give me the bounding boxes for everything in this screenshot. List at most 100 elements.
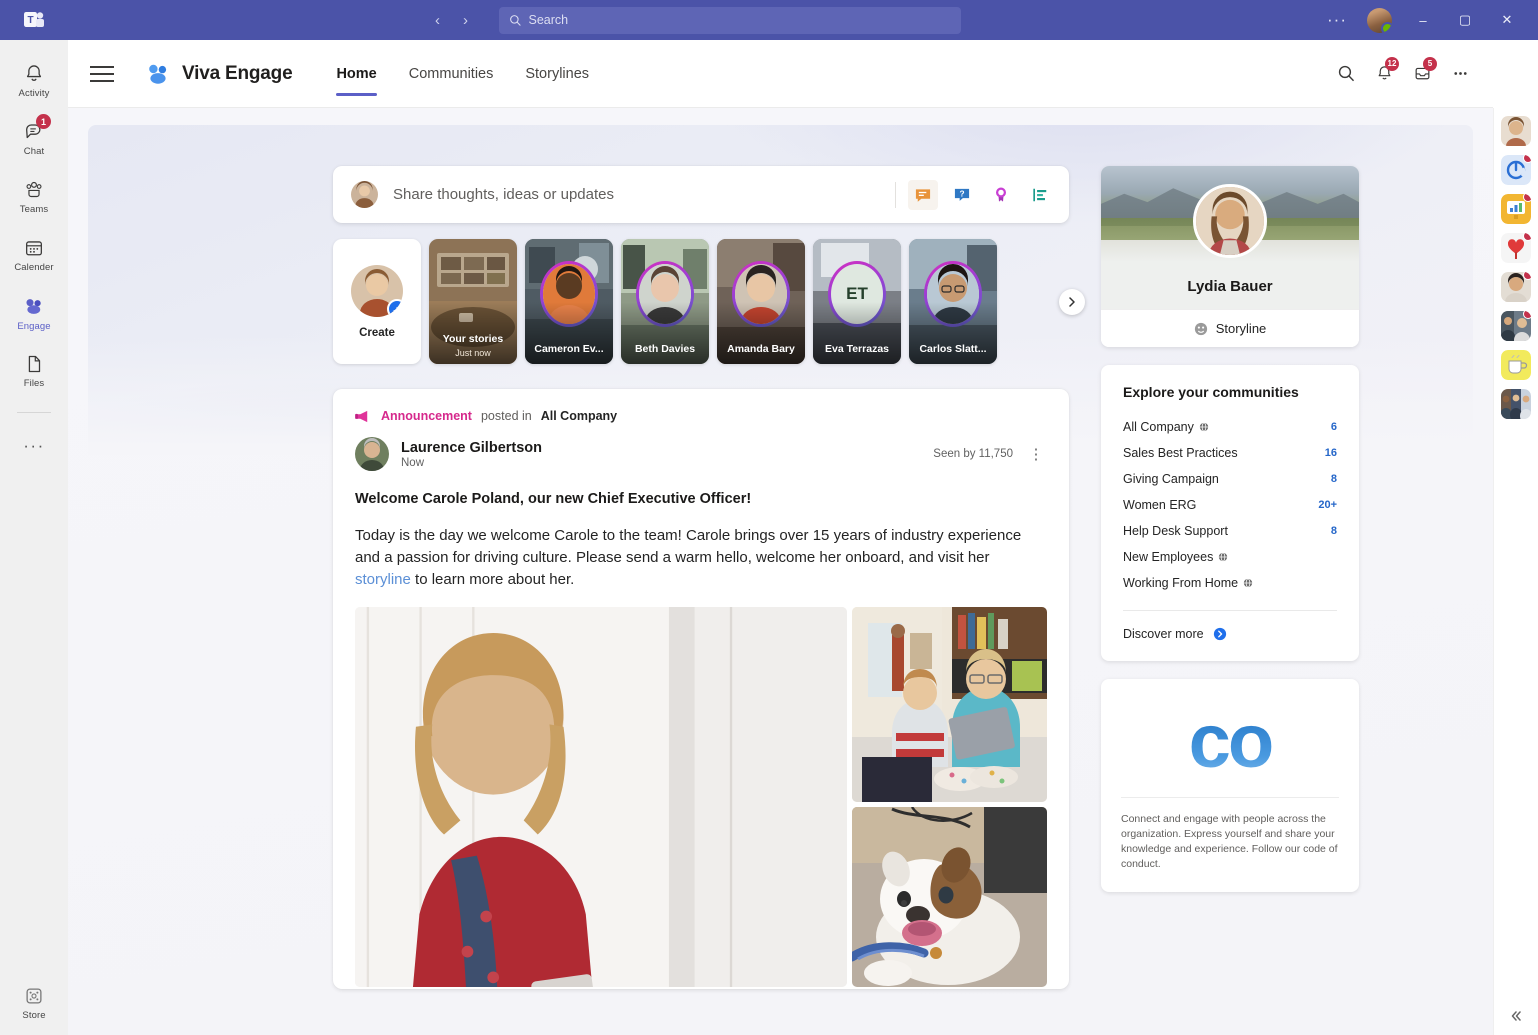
- post-seen-count: Seen by 11,750: [933, 448, 1013, 460]
- story-beth[interactable]: Beth Davies: [621, 239, 709, 364]
- community-item-working-from-home[interactable]: Working From Home: [1123, 570, 1337, 596]
- community-item-all-company[interactable]: All Company 6: [1123, 414, 1337, 440]
- badge-dot: [1523, 155, 1531, 163]
- profile-storyline-link[interactable]: Storyline: [1101, 309, 1359, 347]
- sidebar-item-activity[interactable]: Activity: [5, 54, 63, 108]
- avatar[interactable]: [1367, 7, 1392, 33]
- tab-home[interactable]: Home: [320, 40, 392, 108]
- praise-heart-icon[interactable]: [1501, 233, 1531, 263]
- viva-engage-header: Viva Engage Home Communities Storylines …: [68, 40, 1493, 108]
- community-item-help-desk-support[interactable]: Help Desk Support 8: [1123, 518, 1337, 544]
- avatar[interactable]: [1193, 184, 1267, 258]
- back-button[interactable]: ‹: [427, 9, 449, 31]
- globe-icon: [1219, 552, 1228, 562]
- post-author-info: Laurence Gilbertson Now: [401, 440, 542, 469]
- arrow-right-circle-icon: [1213, 627, 1226, 641]
- avatar: [351, 181, 378, 208]
- sidebar-more-apps-button[interactable]: ···: [5, 419, 63, 473]
- sidebar-item-teams[interactable]: Teams: [5, 170, 63, 224]
- story-eva[interactable]: ET Eva Terrazas: [813, 239, 901, 364]
- viva-insights-icon[interactable]: [1501, 194, 1531, 224]
- sidebar-item-engage[interactable]: Engage: [5, 286, 63, 340]
- post-title: Welcome Carole Poland, our new Chief Exe…: [355, 491, 752, 507]
- avatar[interactable]: [355, 437, 389, 471]
- tab-communities[interactable]: Communities: [393, 40, 510, 108]
- sidebar-item-files[interactable]: Files: [5, 344, 63, 398]
- story-cameron[interactable]: Cameron Ev...: [525, 239, 613, 364]
- story-create-tile[interactable]: + Create: [333, 239, 421, 364]
- announcement-header: Announcement posted in All Company: [355, 409, 1047, 423]
- coffee-icon[interactable]: [1501, 350, 1531, 380]
- left-navigation-rail: Activity 1 Chat Teams Calender Engage Fi…: [0, 40, 68, 1035]
- community-item-new-employees[interactable]: New Employees: [1123, 544, 1337, 570]
- inbox-button[interactable]: 5: [1405, 56, 1439, 91]
- story-your-stories[interactable]: Your stories Just now: [429, 239, 517, 364]
- collapse-rail-button[interactable]: [1509, 1009, 1523, 1027]
- header-actions: 12 5: [1329, 56, 1493, 91]
- sidebar-item-label: Chat: [23, 146, 45, 157]
- discussion-button[interactable]: [908, 179, 938, 210]
- group-photo-tile[interactable]: [1501, 389, 1531, 419]
- person-photo-tile[interactable]: [1501, 272, 1531, 302]
- teams-window: T ‹ › Search ··· – ▢ ✕ Activity 1 Chat T…: [0, 0, 1538, 1035]
- sidebar-item-label: Store: [22, 1010, 46, 1021]
- communities-card: Explore your communities All Company 6 S…: [1101, 365, 1359, 661]
- search-button[interactable]: [1329, 57, 1363, 91]
- storyline-link[interactable]: storyline: [355, 571, 411, 588]
- bell-icon: [26, 65, 42, 81]
- inbox-badge: 5: [1423, 56, 1437, 71]
- post-community[interactable]: All Company: [541, 409, 617, 423]
- post-composer[interactable]: Share thoughts, ideas or updates ?: [333, 166, 1069, 223]
- notifications-badge: 12: [1385, 56, 1399, 71]
- stories-carousel: + Create Your stories Just now Cameron E…: [333, 239, 1085, 364]
- more-icon: ···: [23, 436, 45, 455]
- search-bar[interactable]: Search: [498, 6, 961, 34]
- sidebar-item-label: Calender: [14, 262, 54, 273]
- co-description: Connect and engage with people across th…: [1121, 813, 1338, 870]
- badge-dot: [1523, 272, 1531, 280]
- code-of-conduct-card: co Connect and engage with people across…: [1101, 679, 1359, 892]
- community-item-sales-best-practices[interactable]: Sales Best Practices 16: [1123, 440, 1337, 466]
- sidebar-item-store[interactable]: Store: [22, 985, 46, 1021]
- feed-column: Share thoughts, ideas or updates ? + Cre…: [333, 166, 1085, 989]
- post-more-button[interactable]: ⋮: [1025, 443, 1047, 465]
- story-carlos[interactable]: Carlos Slatt...: [909, 239, 997, 364]
- search-icon: [509, 14, 521, 26]
- story-name: Your stories: [442, 333, 504, 345]
- story-name: Carlos Slatt...: [919, 343, 987, 355]
- search-placeholder: Search: [528, 13, 569, 27]
- maximize-button[interactable]: ▢: [1446, 5, 1484, 35]
- minimize-button[interactable]: –: [1404, 5, 1442, 35]
- notifications-button[interactable]: 12: [1367, 56, 1401, 91]
- community-name: All Company: [1123, 420, 1194, 434]
- poll-button[interactable]: [1025, 180, 1055, 210]
- post-image-tertiary[interactable]: [852, 807, 1047, 987]
- community-item-giving-campaign[interactable]: Giving Campaign 8: [1123, 466, 1337, 492]
- discover-more-button[interactable]: Discover more: [1123, 627, 1337, 641]
- tab-storylines[interactable]: Storylines: [509, 40, 605, 108]
- viva-connections-icon[interactable]: [1501, 155, 1531, 185]
- meeting-photo-tile[interactable]: [1501, 311, 1531, 341]
- window-more-button[interactable]: ···: [1319, 10, 1355, 30]
- story-amanda[interactable]: Amanda Bary: [717, 239, 805, 364]
- sidebar-item-label: Files: [23, 378, 45, 389]
- globe-icon: [1199, 422, 1209, 432]
- community-count: 6: [1330, 421, 1337, 433]
- question-button[interactable]: ?: [947, 180, 977, 210]
- sidebar-item-calender[interactable]: Calender: [5, 228, 63, 282]
- hamburger-icon[interactable]: [90, 57, 124, 91]
- close-button[interactable]: ✕: [1488, 5, 1526, 35]
- community-item-women-erg[interactable]: Women ERG 20+: [1123, 492, 1337, 518]
- post-image-main[interactable]: [355, 607, 847, 987]
- stories-next-button[interactable]: [1059, 288, 1085, 315]
- post-image-secondary[interactable]: [852, 607, 1047, 802]
- teams-people-icon: [26, 181, 42, 198]
- discussion-icon: [915, 188, 931, 202]
- forward-button[interactable]: ›: [455, 9, 477, 31]
- avatar-tile[interactable]: [1501, 116, 1531, 146]
- post-author-name[interactable]: Laurence Gilbertson: [401, 440, 542, 456]
- community-name: Help Desk Support: [1123, 524, 1228, 538]
- more-options-button[interactable]: [1443, 57, 1477, 91]
- praise-button[interactable]: [986, 180, 1016, 210]
- sidebar-item-chat[interactable]: 1 Chat: [5, 112, 63, 166]
